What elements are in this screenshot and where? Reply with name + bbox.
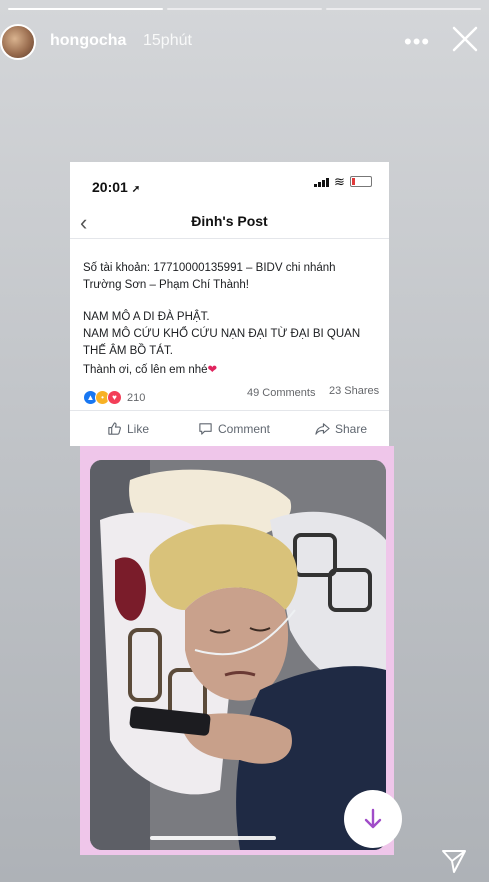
- reaction-summary[interactable]: ▲ • ♥ 210: [83, 390, 145, 405]
- story-header: hongocha 15phút •••: [0, 22, 489, 62]
- arrow-down-icon: [364, 808, 382, 829]
- hospital-photo: [90, 460, 386, 850]
- status-clock-text: 20:01: [92, 179, 128, 195]
- comment-label: Comment: [218, 421, 271, 436]
- comment-button[interactable]: Comment: [198, 421, 270, 436]
- post-line: Trường Sơn – Phạm Chí Thành!: [83, 279, 249, 291]
- reaction-count: 210: [127, 391, 146, 404]
- home-indicator: [150, 836, 276, 840]
- post-text: Số tài khoản: 17710000135991 – BIDV chi …: [83, 260, 379, 379]
- thumbs-up-icon: [108, 422, 121, 435]
- comment-icon: [199, 423, 212, 435]
- post-line: NAM MÔ CỨU KHỔ CỨU NẠN ĐẠI TỪ ĐẠI BI QUA…: [83, 328, 361, 340]
- post-title: Đinh's Post: [191, 213, 268, 229]
- post-line: NAM MÔ A DI ĐÀ PHẬT.: [83, 311, 210, 323]
- story-progress: [8, 8, 481, 10]
- post-line: Thành ơi, cố lên em nhé: [83, 364, 208, 376]
- post-actions: Like Comment Share: [70, 410, 389, 447]
- location-arrow-icon: ➚: [131, 184, 141, 195]
- story-time: 15phút: [143, 32, 192, 49]
- swipe-down-button[interactable]: [344, 790, 402, 848]
- progress-segment: [167, 8, 322, 10]
- facebook-post-screenshot: 20:01 ➚ ≋ ‹ Đinh's Post Số tài khoản: 17…: [70, 162, 389, 446]
- share-icon: [315, 423, 330, 435]
- post-line: THẾ ÂM BỒ TÁT.: [83, 345, 173, 357]
- close-icon[interactable]: [450, 24, 480, 54]
- send-icon[interactable]: [440, 847, 468, 875]
- post-nav-bar: ‹ Đinh's Post: [70, 204, 389, 239]
- status-clock: 20:01 ➚: [92, 179, 140, 195]
- heart-icon: ❤: [207, 364, 218, 376]
- signal-icon: [314, 177, 329, 187]
- more-icon[interactable]: •••: [404, 29, 430, 55]
- shares-count[interactable]: 23 Shares: [329, 385, 379, 397]
- like-label: Like: [127, 421, 150, 436]
- wifi-icon: ≋: [334, 173, 345, 189]
- story-username[interactable]: hongocha: [50, 32, 126, 50]
- battery-icon: [349, 176, 372, 187]
- avatar[interactable]: [0, 24, 36, 60]
- status-icons: ≋: [314, 173, 372, 189]
- share-label: Share: [335, 421, 368, 436]
- love-reaction-icon: ♥: [107, 390, 122, 405]
- post-line: Số tài khoản: 17710000135991 – BIDV chi …: [83, 262, 336, 274]
- share-button[interactable]: Share: [315, 421, 367, 436]
- photo-frame: [80, 446, 394, 855]
- post-line-with-heart: Thành ơi, cố lên em nhé❤: [83, 362, 379, 379]
- like-button[interactable]: Like: [107, 421, 149, 436]
- phone-status-bar: 20:01 ➚ ≋: [70, 162, 389, 204]
- progress-segment: [326, 8, 481, 10]
- patient-photo-illustration: [90, 460, 386, 850]
- progress-segment: [8, 8, 163, 10]
- comments-count[interactable]: 49 Comments: [247, 387, 315, 399]
